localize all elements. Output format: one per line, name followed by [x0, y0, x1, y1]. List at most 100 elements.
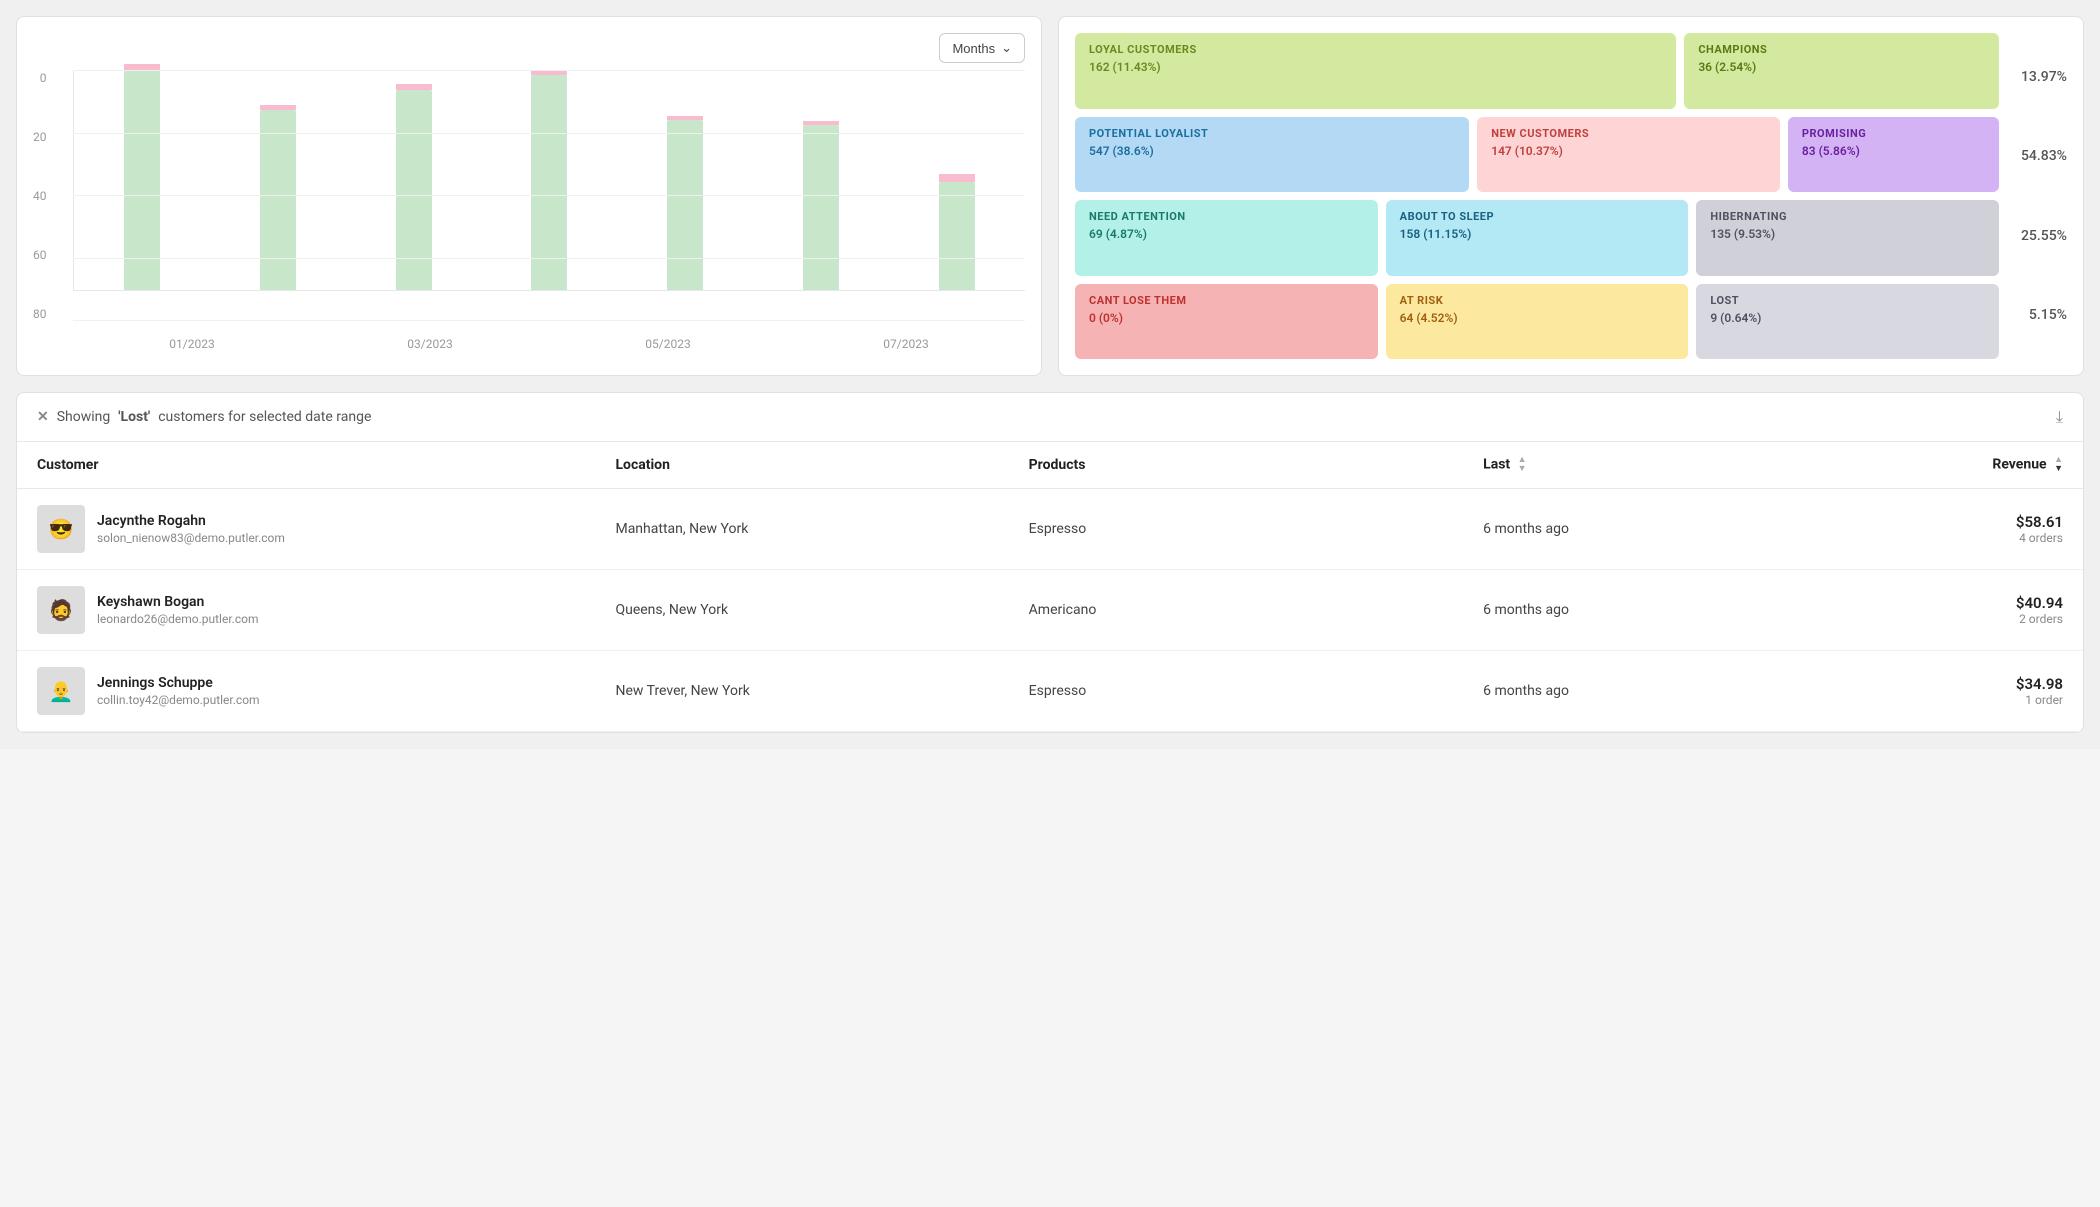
x-label-5: 05/2023 [645, 337, 690, 351]
bar-green-2 [260, 110, 296, 290]
table-row[interactable]: 👨‍🦲 Jennings Schuppe collin.toy42@demo.p… [17, 651, 2083, 732]
rfm-panel: LOYAL CUSTOMERS 162 (11.43%) CHAMPIONS 3… [1058, 16, 2084, 376]
customer-info-3: 👨‍🦲 Jennings Schuppe collin.toy42@demo.p… [37, 667, 575, 715]
bar-green-7 [939, 182, 975, 290]
bar-group-7 [939, 174, 975, 290]
customer-last-1: 6 months ago [1463, 489, 1835, 570]
lost-title: LOST [1710, 294, 1985, 307]
filter-highlight: 'Lost' [118, 409, 150, 425]
filter-suffix: customers for selected date range [158, 409, 371, 425]
lost-count: 9 (0.64%) [1710, 311, 1985, 325]
rfm-row-3: NEED ATTENTION 69 (4.87%) ABOUT TO SLEEP… [1075, 200, 1999, 276]
rfm-cell-new-customers[interactable]: NEW CUSTOMERS 147 (10.37%) [1477, 117, 1780, 193]
revenue-orders-1: 4 orders [1855, 531, 2063, 545]
col-header-revenue[interactable]: Revenue ▲ ▼ [1835, 442, 2083, 489]
sort-icon-revenue: ▲ ▼ [2054, 456, 2063, 474]
rfm-cell-loyal[interactable]: LOYAL CUSTOMERS 162 (11.43%) [1075, 33, 1676, 109]
hibernating-count: 135 (9.53%) [1710, 227, 1985, 241]
customer-product-3: Espresso [1009, 651, 1464, 732]
loyal-title: LOYAL CUSTOMERS [1089, 43, 1662, 56]
customer-location-1: Manhattan, New York [595, 489, 1008, 570]
grid-line-0 [73, 320, 1025, 321]
page-wrapper: Months ⌄ 80 60 40 20 0 [0, 0, 2100, 749]
col-header-customer: Customer [17, 442, 595, 489]
x-label-1: 01/2023 [169, 337, 214, 351]
rfm-row-1: LOYAL CUSTOMERS 162 (11.43%) CHAMPIONS 3… [1075, 33, 1999, 109]
hibernating-title: HIBERNATING [1710, 210, 1985, 223]
about-sleep-count: 158 (11.15%) [1400, 227, 1675, 241]
cant-lose-count: 0 (0%) [1089, 311, 1364, 325]
download-button[interactable]: ⤓ [2056, 407, 2063, 427]
bar-group-1 [124, 64, 160, 290]
customer-name-2: Keyshawn Bogan [97, 594, 259, 610]
filter-close-button[interactable]: ✕ [37, 409, 49, 425]
bar-group-6 [803, 121, 839, 290]
rfm-cell-need-attention[interactable]: NEED ATTENTION 69 (4.87%) [1075, 200, 1378, 276]
champions-count: 36 (2.54%) [1698, 60, 1985, 74]
chart-header: Months ⌄ [33, 33, 1025, 63]
rfm-cell-potential[interactable]: POTENTIAL LOYALIST 547 (38.6%) [1075, 117, 1469, 193]
customer-email-2: leonardo26@demo.putler.com [97, 612, 259, 626]
rfm-pct-4: 5.15% [2007, 307, 2067, 323]
potential-count: 547 (38.6%) [1089, 144, 1455, 158]
bar-stack-2 [260, 105, 296, 290]
avatar-2: 🧔 [37, 586, 85, 634]
y-axis: 80 60 40 20 0 [33, 71, 53, 321]
top-section: Months ⌄ 80 60 40 20 0 [16, 16, 2084, 376]
bar-group-2 [260, 105, 296, 290]
revenue-orders-2: 2 orders [1855, 612, 2063, 626]
bar-green-4 [531, 75, 567, 290]
col-header-products: Products [1009, 442, 1464, 489]
rfm-cell-promising[interactable]: PROMISING 83 (5.86%) [1788, 117, 1999, 193]
customer-revenue-2: $40.94 2 orders [1835, 570, 2083, 651]
bar-stack-5 [667, 116, 703, 290]
rfm-pct-2: 54.83% [2007, 148, 2067, 164]
rfm-cell-cant-lose[interactable]: CANT LOSE THEM 0 (0%) [1075, 284, 1378, 360]
bar-group-4 [531, 70, 567, 290]
x-label-7: 07/2023 [883, 337, 928, 351]
bar-stack-7 [939, 174, 975, 290]
bar-pink-7 [939, 174, 975, 182]
chart-area: 80 60 40 20 0 [33, 71, 1025, 351]
bar-green-1 [124, 70, 160, 290]
table-row[interactable]: 🧔 Keyshawn Bogan leonardo26@demo.putler.… [17, 570, 2083, 651]
new-customers-title: NEW CUSTOMERS [1491, 127, 1766, 140]
promising-count: 83 (5.86%) [1802, 144, 1985, 158]
customer-product-1: Espresso [1009, 489, 1464, 570]
rfm-cell-champions[interactable]: CHAMPIONS 36 (2.54%) [1684, 33, 1999, 109]
rfm-cell-about-sleep[interactable]: ABOUT TO SLEEP 158 (11.15%) [1386, 200, 1689, 276]
bar-group-5 [667, 116, 703, 290]
avatar-1: 😎 [37, 505, 85, 553]
bottom-section: ✕ Showing 'Lost' customers for selected … [16, 392, 2084, 733]
bars-container [73, 71, 1025, 291]
rfm-grid: LOYAL CUSTOMERS 162 (11.43%) CHAMPIONS 3… [1075, 33, 2067, 359]
x-label-3: 03/2023 [407, 337, 452, 351]
col-header-last[interactable]: Last ▲ ▼ [1463, 442, 1835, 489]
y-label-0: 0 [40, 71, 47, 85]
customer-details-3: Jennings Schuppe collin.toy42@demo.putle… [97, 675, 260, 707]
customer-revenue-3: $34.98 1 order [1835, 651, 2083, 732]
y-label-80: 80 [33, 307, 47, 321]
months-dropdown[interactable]: Months ⌄ [939, 33, 1025, 63]
about-sleep-title: ABOUT TO SLEEP [1400, 210, 1675, 223]
need-attention-title: NEED ATTENTION [1089, 210, 1364, 223]
table-header: Customer Location Products Last ▲ ▼ [17, 442, 2083, 489]
sort-icon-last: ▲ ▼ [1518, 456, 1527, 474]
bar-stack-6 [803, 121, 839, 290]
rfm-cell-lost[interactable]: LOST 9 (0.64%) [1696, 284, 1999, 360]
rfm-cell-at-risk[interactable]: AT RISK 64 (4.52%) [1386, 284, 1689, 360]
champions-title: CHAMPIONS [1698, 43, 1985, 56]
bar-green-5 [667, 120, 703, 290]
x-axis: 01/2023 03/2023 05/2023 07/2023 [73, 337, 1025, 351]
rfm-rows: LOYAL CUSTOMERS 162 (11.43%) CHAMPIONS 3… [1075, 33, 1999, 359]
customer-email-3: collin.toy42@demo.putler.com [97, 693, 260, 707]
customer-info-2: 🧔 Keyshawn Bogan leonardo26@demo.putler.… [37, 586, 575, 634]
customer-last-3: 6 months ago [1463, 651, 1835, 732]
at-risk-title: AT RISK [1400, 294, 1675, 307]
table-row[interactable]: 😎 Jacynthe Rogahn solon_nienow83@demo.pu… [17, 489, 2083, 570]
rfm-percentages: 13.97% 54.83% 25.55% 5.15% [2007, 33, 2067, 359]
new-customers-count: 147 (10.37%) [1491, 144, 1766, 158]
y-label-60: 60 [33, 248, 47, 262]
customer-name-1: Jacynthe Rogahn [97, 513, 285, 529]
rfm-cell-hibernating[interactable]: HIBERNATING 135 (9.53%) [1696, 200, 1999, 276]
